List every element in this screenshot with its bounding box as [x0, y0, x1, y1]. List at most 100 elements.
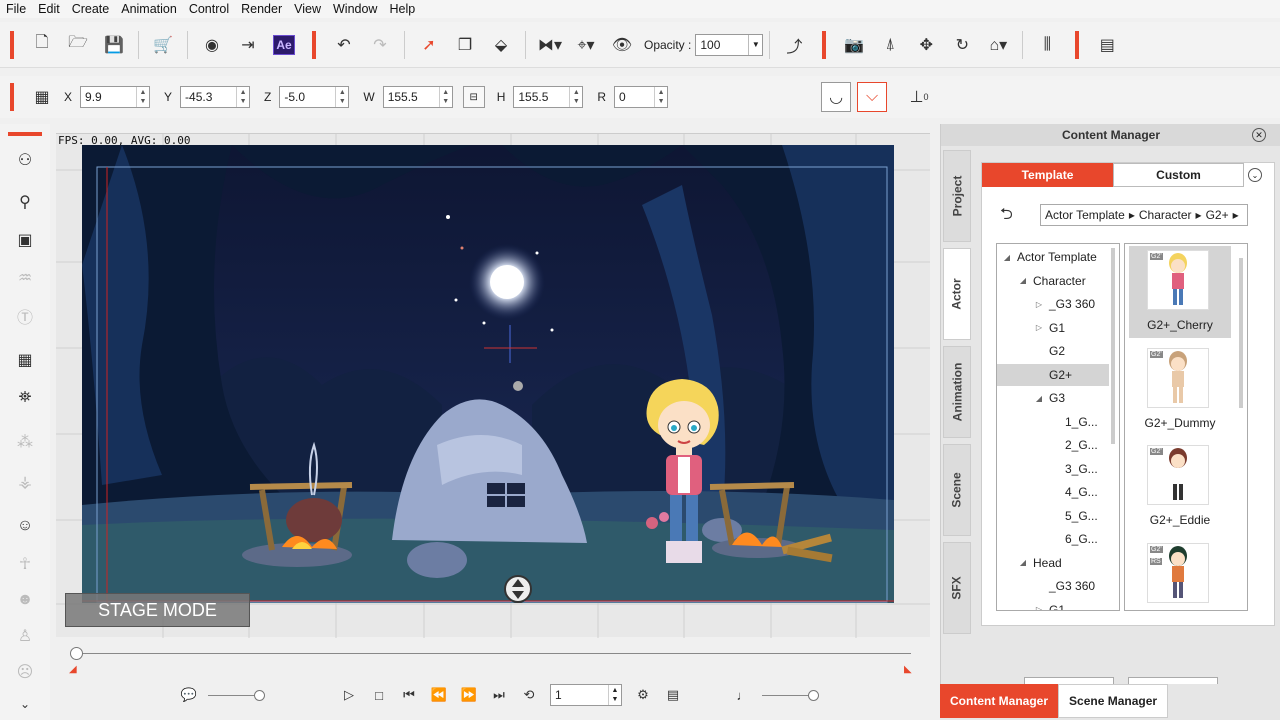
x-input[interactable]: 9.9 ▲ ▼ [80, 86, 151, 108]
tab-custom[interactable]: Custom [1113, 163, 1244, 187]
thumbnails-scrollbar[interactable] [1239, 258, 1243, 408]
ease-in-icon[interactable]: ◡ [821, 82, 852, 112]
expand-toggle-icon[interactable]: ◢ [1017, 558, 1029, 567]
stage-scene[interactable] [82, 145, 894, 603]
tab-animation[interactable]: Animation [943, 346, 971, 438]
walk-icon[interactable]: ☥ [12, 552, 38, 576]
tree-item[interactable]: ◢ Actor Template [997, 246, 1109, 268]
render-icon[interactable]: ▤ [663, 685, 683, 705]
expand-toggle-icon[interactable]: ◢ [1001, 253, 1013, 262]
y-input[interactable]: -45.3 ▲ ▼ [180, 86, 251, 108]
timeline-playhead[interactable] [70, 647, 83, 660]
frame-input[interactable]: 1 ▲ ▼ [550, 684, 622, 706]
tab-actor[interactable]: Actor [943, 248, 971, 340]
tab-sfx[interactable]: SFX [943, 542, 971, 634]
template-thumbnail[interactable]: G2' G2+_Eddie [1129, 441, 1231, 533]
head-icon[interactable]: ☻ [12, 588, 38, 612]
breadcrumb-item[interactable]: G2+ [1206, 208, 1229, 222]
menu-item-view[interactable]: View [288, 2, 327, 16]
tree-item[interactable]: 1_G... [997, 411, 1109, 433]
text-icon[interactable]: Ⓣ [12, 304, 38, 328]
tree-item[interactable]: _G3 360 [997, 575, 1109, 597]
music-note-icon[interactable]: ♩ [733, 685, 753, 705]
spinner-arrows-icon[interactable]: ▲ ▼ [654, 87, 667, 107]
tree-item[interactable]: 3_G... [997, 458, 1109, 480]
music-volume-slider[interactable] [762, 689, 819, 701]
tree-item[interactable]: ▷ _G3 360 [997, 293, 1109, 315]
skip-start-icon[interactable]: ⏮ [399, 685, 419, 705]
link-icon[interactable]: ⌖▾ [571, 30, 601, 60]
close-icon[interactable]: ✕ [1252, 128, 1266, 142]
play-icon[interactable]: ▷ [339, 685, 359, 705]
flip-icon[interactable]: ⧓▾ [535, 30, 565, 60]
template-thumbnail[interactable]: G2' G2+_Dummy [1129, 344, 1231, 436]
open-folder-icon[interactable]: 🗁 [63, 30, 93, 60]
menu-item-help[interactable]: Help [383, 2, 421, 16]
menu-item-window[interactable]: Window [327, 2, 383, 16]
rotation-zero-button[interactable]: ⊥ 0 [904, 82, 934, 112]
expand-icon[interactable]: ⌄ [12, 692, 38, 716]
tab-content-manager[interactable]: Content Manager [940, 684, 1059, 718]
expand-toggle-icon[interactable]: ◢ [1033, 394, 1045, 403]
breadcrumb-item[interactable]: Actor Template [1045, 208, 1125, 222]
spinner-arrows-icon[interactable]: ▲ ▼ [236, 87, 249, 107]
redo-icon[interactable]: ↷ [365, 30, 395, 60]
skip-end-icon[interactable]: ⏭ [489, 685, 509, 705]
settings-panel-icon[interactable]: ▤ [1092, 30, 1122, 60]
tab-scene[interactable]: Scene [943, 444, 971, 536]
duplicate-icon[interactable]: ❐ [450, 30, 480, 60]
face-icon[interactable]: ☺ [12, 514, 38, 538]
tree-item[interactable]: ◢ G3 [997, 387, 1109, 409]
rewind-icon[interactable]: ⏪ [429, 685, 449, 705]
timeline-scrubber[interactable]: ◢ ◣ [56, 640, 930, 680]
pivot-icon[interactable]: ⍋ [875, 30, 905, 60]
tree-item[interactable]: G2+ [997, 363, 1109, 386]
ease-out-icon[interactable]: ⌵ [857, 82, 888, 112]
after-effects-button[interactable]: Ae [269, 30, 299, 60]
spinner-arrows-icon[interactable]: ▲ ▼ [569, 87, 582, 107]
w-input[interactable]: 155.5 ▲ ▼ [382, 86, 453, 108]
menu-item-render[interactable]: Render [235, 2, 288, 16]
fill-icon[interactable]: ⬙ [486, 30, 516, 60]
tree-item[interactable]: 6_G... [997, 528, 1109, 550]
spinner-arrows-icon[interactable]: ▲ ▼ [438, 87, 452, 107]
expand-toggle-icon[interactable]: ◢ [1017, 276, 1029, 285]
subtitle-volume-slider[interactable] [208, 689, 265, 701]
menu-item-edit[interactable]: Edit [32, 2, 66, 16]
stop-icon[interactable]: □ [369, 685, 389, 705]
z-input[interactable]: -5.0 ▲ ▼ [279, 86, 350, 108]
face-cam-icon[interactable]: ☹ [12, 660, 38, 684]
template-thumbnail[interactable]: G2' RS [1129, 539, 1231, 611]
r-input[interactable]: 0 ▲ ▼ [614, 86, 669, 108]
slider-knob[interactable] [254, 689, 265, 701]
rotate-icon[interactable]: ↻ [947, 30, 977, 60]
chevron-down-icon[interactable]: ⌄ [1248, 168, 1262, 182]
tree-item[interactable]: ◢ Head [997, 552, 1109, 574]
timeline-icon[interactable]: ▦ [12, 348, 38, 372]
3d-icon[interactable]: ⁂ [12, 430, 38, 454]
export-icon[interactable]: ⇥ [233, 30, 263, 60]
back-arrow-icon[interactable]: ⮌ [1000, 203, 1013, 230]
visibility-eye-icon[interactable]: 👁 [607, 30, 637, 60]
opacity-select[interactable]: 100 ▼ [695, 33, 764, 56]
move-icon[interactable]: ✥ [911, 30, 941, 60]
tab-project[interactable]: Project [943, 150, 971, 242]
tree-item[interactable]: 5_G... [997, 505, 1109, 527]
tree-item[interactable]: G2 [997, 340, 1109, 362]
puppet-icon[interactable]: ⛯ [12, 386, 38, 410]
spinner-arrows-icon[interactable]: ▲ ▼ [608, 685, 621, 705]
menu-item-animation[interactable]: Animation [115, 2, 183, 16]
template-thumbnail[interactable]: G2' G2+_Cherry [1129, 246, 1231, 338]
lock-ratio-icon[interactable]: ⊟ [462, 86, 485, 108]
tab-template[interactable]: Template [982, 163, 1113, 187]
camera-icon[interactable]: 📷 [839, 30, 869, 60]
breadcrumb-item[interactable]: Character [1139, 208, 1192, 222]
tree-item[interactable]: 2_G... [997, 434, 1109, 456]
menu-item-control[interactable]: Control [183, 2, 235, 16]
bone-icon[interactable]: ⚲ [12, 190, 38, 214]
h-input[interactable]: 155.5 ▲ ▼ [513, 86, 584, 108]
subtitle-icon[interactable]: 💬 [179, 685, 199, 705]
character-icon[interactable]: ⚇ [12, 148, 38, 172]
collapse-toggle-icon[interactable]: ▷ [1033, 300, 1045, 309]
fast-forward-icon[interactable]: ⏩ [459, 685, 479, 705]
